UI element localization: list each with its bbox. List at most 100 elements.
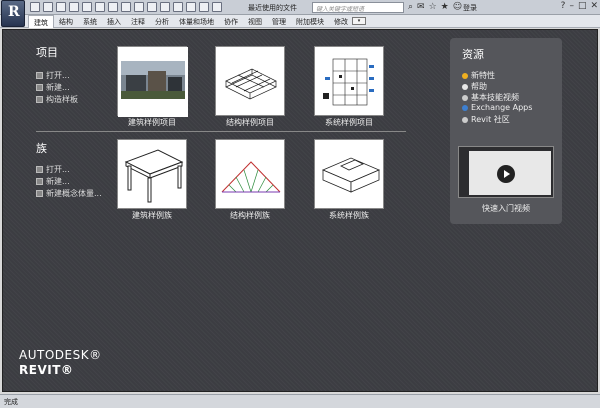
open-icon[interactable]: [30, 2, 40, 12]
resource-label: Exchange Apps: [471, 103, 533, 112]
play-icon[interactable]: [497, 165, 515, 183]
close-windows-icon[interactable]: [199, 2, 209, 12]
tab-10[interactable]: 附加模块: [291, 15, 329, 28]
search-input[interactable]: 键入关键字或短语: [312, 2, 404, 13]
family-new-label: 新建...: [46, 177, 70, 186]
structure-frame-image: [225, 68, 277, 100]
maximize-button[interactable]: □: [578, 1, 587, 11]
architectural-sample-project-thumb[interactable]: [117, 46, 188, 117]
binoculars-icon[interactable]: ⌕: [408, 2, 413, 12]
structural-sample-family-thumb[interactable]: [215, 139, 285, 209]
window-controls: ? – □ ✕: [561, 1, 598, 11]
tab-11[interactable]: 修改: [329, 15, 353, 28]
close-button[interactable]: ✕: [590, 1, 598, 11]
app-logo-letter: R: [8, 4, 20, 20]
favorites-icon[interactable]: ★: [441, 2, 449, 12]
thin-lines-icon[interactable]: [186, 2, 196, 12]
3d-view-icon[interactable]: [160, 2, 170, 12]
resources-heading: 资源: [462, 48, 484, 61]
resource-link-1[interactable]: 帮助: [462, 81, 487, 92]
status-text: 完成: [4, 398, 18, 406]
architectural-sample-family-thumb[interactable]: [117, 139, 187, 209]
resources-panel: 资源 新特性 帮助 基本技能视频 Exchange Apps Revit 社区 快速入门…: [450, 38, 562, 224]
project-new-link[interactable]: 新建...: [36, 82, 70, 93]
family-new-link[interactable]: 新建...: [36, 176, 70, 187]
structural-sample-family-caption: 结构样例族: [230, 211, 270, 220]
undo-icon[interactable]: [69, 2, 79, 12]
ribbon-tabs: 建筑 结构 系统 插入 注释 分析 体量和场地 协作 视图 管理 附加模块 修改: [28, 15, 353, 28]
subscription-icon[interactable]: ✉: [417, 2, 425, 12]
project-template-link[interactable]: 构造样板: [36, 94, 78, 105]
building-render-image: [118, 47, 188, 117]
revit-logo: REVIT®: [19, 363, 74, 377]
tab-9[interactable]: 管理: [267, 15, 291, 28]
tab-8[interactable]: 视图: [243, 15, 267, 28]
switch-windows-icon[interactable]: [212, 2, 222, 12]
project-open-link[interactable]: 打开...: [36, 70, 70, 81]
text-icon[interactable]: [147, 2, 157, 12]
tab-1[interactable]: 结构: [54, 15, 78, 28]
resource-link-4[interactable]: Revit 社区: [462, 114, 510, 125]
resource-bullet-icon: [462, 83, 468, 90]
family-open-link[interactable]: 打开...: [36, 164, 70, 175]
resource-bullet-icon: [462, 116, 468, 123]
resource-bullet-icon: [462, 72, 468, 79]
resource-link-2[interactable]: 基本技能视频: [462, 92, 519, 103]
projects-heading: 项目: [36, 46, 58, 59]
systems-sample-family-caption: 系统样例族: [329, 211, 369, 220]
folder-icon: [36, 166, 43, 173]
new-file-icon: [36, 178, 43, 185]
ribbon-tab-bar: 建筑 结构 系统 插入 注释 分析 体量和场地 协作 视图 管理 附加模块 修改 ▾: [0, 15, 600, 28]
mass-icon: [36, 190, 43, 197]
family-open-label: 打开...: [46, 165, 70, 174]
structural-sample-project-thumb[interactable]: [215, 46, 285, 116]
tab-6[interactable]: 体量和场地: [174, 15, 219, 28]
resource-bullet-icon: [462, 94, 468, 101]
status-bar: 完成: [0, 394, 600, 408]
print-icon[interactable]: [95, 2, 105, 12]
section-icon[interactable]: [173, 2, 183, 12]
measure-icon[interactable]: [108, 2, 118, 12]
user-icon[interactable]: ☺: [453, 2, 462, 12]
save-icon[interactable]: [43, 2, 53, 12]
help-icon[interactable]: ?: [561, 1, 566, 11]
ribbon-minimize-toggle[interactable]: ▾: [352, 17, 366, 25]
application-menu-button[interactable]: R: [1, 0, 25, 27]
tab-2[interactable]: 系统: [78, 15, 102, 28]
resource-link-3[interactable]: Exchange Apps: [462, 103, 532, 112]
systems-sample-family-thumb[interactable]: [314, 139, 384, 209]
template-icon: [36, 96, 43, 103]
new-conceptual-mass-link[interactable]: 新建概念体量...: [36, 188, 102, 199]
tab-0[interactable]: 建筑: [28, 15, 54, 28]
login-link[interactable]: 登录: [463, 3, 477, 13]
tab-3[interactable]: 插入: [102, 15, 126, 28]
tab-7[interactable]: 协作: [219, 15, 243, 28]
resource-label: Revit 社区: [471, 115, 510, 124]
families-heading: 族: [36, 142, 47, 155]
tab-5[interactable]: 分析: [150, 15, 174, 28]
project-template-label: 构造样板: [46, 95, 78, 104]
table-image: [124, 149, 184, 203]
dimension-icon[interactable]: [121, 2, 131, 12]
new-conceptual-mass-label: 新建概念体量...: [46, 189, 102, 198]
project-open-label: 打开...: [46, 71, 70, 80]
tag-icon[interactable]: [134, 2, 144, 12]
architectural-sample-project-caption: 建筑样例项目: [128, 118, 176, 127]
resource-label: 基本技能视频: [471, 93, 519, 102]
communication-icon[interactable]: ☆: [429, 2, 437, 12]
equipment-box-image: [321, 157, 381, 193]
info-center-tools: ⌕ ✉ ☆ ★ ☺: [408, 2, 462, 12]
structural-sample-project-caption: 结构样例项目: [226, 118, 274, 127]
sync-icon[interactable]: [56, 2, 66, 12]
quick-start-video-thumb[interactable]: [458, 146, 554, 198]
redo-icon[interactable]: [82, 2, 92, 12]
minimize-button[interactable]: –: [569, 1, 574, 11]
section-divider: [36, 131, 406, 132]
quick-access-toolbar: [30, 2, 222, 12]
resource-link-0[interactable]: 新特性: [462, 70, 495, 81]
folder-icon: [36, 72, 43, 79]
resource-bullet-icon: [462, 104, 468, 111]
tab-4[interactable]: 注释: [126, 15, 150, 28]
title-bar: 最近使用的文件 键入关键字或短语 ⌕ ✉ ☆ ★ ☺ 登录 ? – □ ✕: [0, 0, 600, 15]
systems-sample-project-thumb[interactable]: [314, 46, 384, 116]
